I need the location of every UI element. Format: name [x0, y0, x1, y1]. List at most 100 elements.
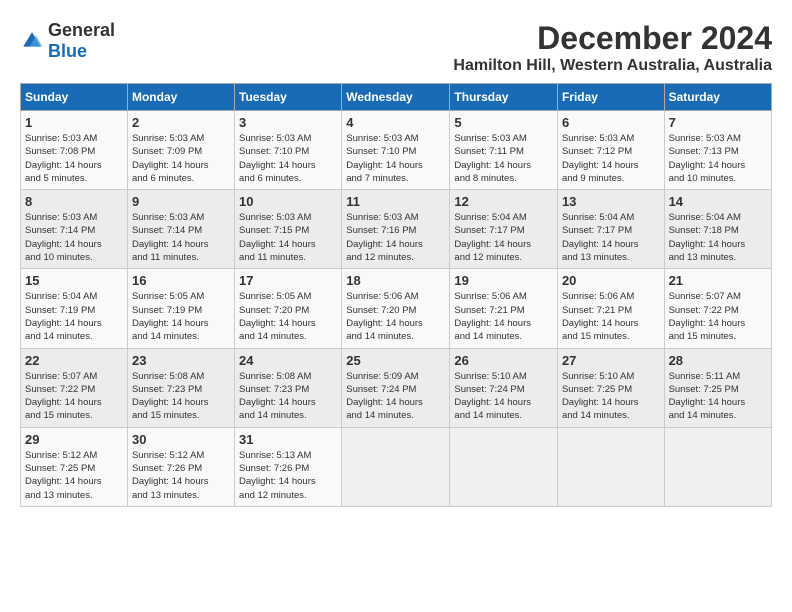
logo-icon: [20, 29, 44, 53]
week-row-2: 8 Sunrise: 5:03 AMSunset: 7:14 PMDaylight…: [21, 190, 772, 269]
table-row: 28 Sunrise: 5:11 AMSunset: 7:25 PMDayligh…: [664, 348, 771, 427]
table-row: 14Sunrise: 5:04 AMSunset: 7:18 PMDayligh…: [664, 190, 771, 269]
table-row: 13 Sunrise: 5:04 AMSunset: 7:17 PMDayligh…: [557, 190, 664, 269]
day-info: Sunrise: 5:05 AMSunset: 7:19 PMDaylight:…: [132, 290, 230, 343]
table-row: [342, 427, 450, 506]
day-number: 27: [562, 353, 660, 368]
day-info: Sunrise: 5:12 AMSunset: 7:26 PMDaylight:…: [132, 449, 230, 502]
table-row: 3 Sunrise: 5:03 AMSunset: 7:10 PMDaylight…: [235, 111, 342, 190]
day-number: 7: [669, 115, 767, 130]
day-number: 28: [669, 353, 767, 368]
day-number: 4: [346, 115, 445, 130]
day-number: 17: [239, 273, 337, 288]
header-thursday: Thursday: [450, 84, 558, 111]
table-row: 19Sunrise: 5:06 AMSunset: 7:21 PMDayligh…: [450, 269, 558, 348]
table-row: 1 Sunrise: 5:03 AMSunset: 7:08 PMDaylight…: [21, 111, 128, 190]
day-number: 11: [346, 194, 445, 209]
day-info: Sunrise: 5:07 AMSunset: 7:22 PMDaylight:…: [669, 290, 767, 343]
day-info: Sunrise: 5:03 AMSunset: 7:14 PMDaylight:…: [132, 211, 230, 264]
table-row: [450, 427, 558, 506]
header-tuesday: Tuesday: [235, 84, 342, 111]
table-row: 4 Sunrise: 5:03 AMSunset: 7:10 PMDaylight…: [342, 111, 450, 190]
day-info: Sunrise: 5:07 AMSunset: 7:22 PMDaylight:…: [25, 370, 123, 423]
logo-text: General Blue: [48, 20, 115, 62]
day-info: Sunrise: 5:08 AMSunset: 7:23 PMDaylight:…: [239, 370, 337, 423]
table-row: 8 Sunrise: 5:03 AMSunset: 7:14 PMDaylight…: [21, 190, 128, 269]
day-number: 18: [346, 273, 445, 288]
logo-blue: Blue: [48, 41, 87, 61]
header-saturday: Saturday: [664, 84, 771, 111]
day-info: Sunrise: 5:12 AMSunset: 7:25 PMDaylight:…: [25, 449, 123, 502]
table-row: 29 Sunrise: 5:12 AMSunset: 7:25 PMDayligh…: [21, 427, 128, 506]
header-friday: Friday: [557, 84, 664, 111]
table-row: 15 Sunrise: 5:04 AMSunset: 7:19 PMDayligh…: [21, 269, 128, 348]
table-row: 7 Sunrise: 5:03 AMSunset: 7:13 PMDaylight…: [664, 111, 771, 190]
day-number: 12: [454, 194, 553, 209]
day-number: 16: [132, 273, 230, 288]
day-info: Sunrise: 5:06 AMSunset: 7:20 PMDaylight:…: [346, 290, 445, 343]
logo-general: General: [48, 20, 115, 40]
table-row: 9Sunrise: 5:03 AMSunset: 7:14 PMDaylight…: [127, 190, 234, 269]
table-row: 16 Sunrise: 5:05 AMSunset: 7:19 PMDayligh…: [127, 269, 234, 348]
day-number: 25: [346, 353, 445, 368]
day-info: Sunrise: 5:03 AMSunset: 7:15 PMDaylight:…: [239, 211, 337, 264]
day-number: 29: [25, 432, 123, 447]
table-row: 20 Sunrise: 5:06 AMSunset: 7:21 PMDayligh…: [557, 269, 664, 348]
day-info: Sunrise: 5:03 AMSunset: 7:16 PMDaylight:…: [346, 211, 445, 264]
day-info: Sunrise: 5:10 AMSunset: 7:25 PMDaylight:…: [562, 370, 660, 423]
day-number: 15: [25, 273, 123, 288]
day-number: 5: [454, 115, 553, 130]
table-row: 17 Sunrise: 5:05 AMSunset: 7:20 PMDayligh…: [235, 269, 342, 348]
table-row: 25Sunrise: 5:09 AMSunset: 7:24 PMDayligh…: [342, 348, 450, 427]
table-row: 23Sunrise: 5:08 AMSunset: 7:23 PMDayligh…: [127, 348, 234, 427]
day-number: 1: [25, 115, 123, 130]
day-info: Sunrise: 5:03 AMSunset: 7:08 PMDaylight:…: [25, 132, 123, 185]
day-number: 14: [669, 194, 767, 209]
week-row-1: 1 Sunrise: 5:03 AMSunset: 7:08 PMDaylight…: [21, 111, 772, 190]
week-row-5: 29 Sunrise: 5:12 AMSunset: 7:25 PMDayligh…: [21, 427, 772, 506]
day-info: Sunrise: 5:13 AMSunset: 7:26 PMDaylight:…: [239, 449, 337, 502]
table-row: [664, 427, 771, 506]
table-row: [557, 427, 664, 506]
week-row-3: 15 Sunrise: 5:04 AMSunset: 7:19 PMDayligh…: [21, 269, 772, 348]
day-number: 21: [669, 273, 767, 288]
day-info: Sunrise: 5:03 AMSunset: 7:10 PMDaylight:…: [346, 132, 445, 185]
day-number: 6: [562, 115, 660, 130]
day-info: Sunrise: 5:03 AMSunset: 7:09 PMDaylight:…: [132, 132, 230, 185]
day-info: Sunrise: 5:10 AMSunset: 7:24 PMDaylight:…: [454, 370, 553, 423]
table-row: 31 Sunrise: 5:13 AMSunset: 7:26 PMDayligh…: [235, 427, 342, 506]
header-wednesday: Wednesday: [342, 84, 450, 111]
day-number: 31: [239, 432, 337, 447]
day-number: 22: [25, 353, 123, 368]
table-row: 2Sunrise: 5:03 AMSunset: 7:09 PMDaylight…: [127, 111, 234, 190]
day-info: Sunrise: 5:03 AMSunset: 7:13 PMDaylight:…: [669, 132, 767, 185]
calendar-header-row: Sunday Monday Tuesday Wednesday Thursday…: [21, 84, 772, 111]
day-number: 3: [239, 115, 337, 130]
day-info: Sunrise: 5:05 AMSunset: 7:20 PMDaylight:…: [239, 290, 337, 343]
table-row: 21 Sunrise: 5:07 AMSunset: 7:22 PMDayligh…: [664, 269, 771, 348]
table-row: 26 Sunrise: 5:10 AMSunset: 7:24 PMDayligh…: [450, 348, 558, 427]
day-info: Sunrise: 5:04 AMSunset: 7:19 PMDaylight:…: [25, 290, 123, 343]
table-row: 30Sunrise: 5:12 AMSunset: 7:26 PMDayligh…: [127, 427, 234, 506]
table-row: 22 Sunrise: 5:07 AMSunset: 7:22 PMDayligh…: [21, 348, 128, 427]
day-info: Sunrise: 5:03 AMSunset: 7:11 PMDaylight:…: [454, 132, 553, 185]
day-info: Sunrise: 5:11 AMSunset: 7:25 PMDaylight:…: [669, 370, 767, 423]
day-info: Sunrise: 5:06 AMSunset: 7:21 PMDaylight:…: [562, 290, 660, 343]
header-sunday: Sunday: [21, 84, 128, 111]
table-row: 5 Sunrise: 5:03 AMSunset: 7:11 PMDaylight…: [450, 111, 558, 190]
day-number: 8: [25, 194, 123, 209]
day-number: 20: [562, 273, 660, 288]
day-info: Sunrise: 5:04 AMSunset: 7:17 PMDaylight:…: [562, 211, 660, 264]
table-row: 11 Sunrise: 5:03 AMSunset: 7:16 PMDayligh…: [342, 190, 450, 269]
main-title: December 2024: [453, 20, 772, 57]
day-number: 23: [132, 353, 230, 368]
day-info: Sunrise: 5:03 AMSunset: 7:10 PMDaylight:…: [239, 132, 337, 185]
table-row: 12Sunrise: 5:04 AMSunset: 7:17 PMDayligh…: [450, 190, 558, 269]
day-number: 13: [562, 194, 660, 209]
day-number: 26: [454, 353, 553, 368]
subtitle: Hamilton Hill, Western Australia, Austra…: [453, 57, 772, 75]
table-row: 27 Sunrise: 5:10 AMSunset: 7:25 PMDayligh…: [557, 348, 664, 427]
day-info: Sunrise: 5:03 AMSunset: 7:14 PMDaylight:…: [25, 211, 123, 264]
table-row: 24Sunrise: 5:08 AMSunset: 7:23 PMDayligh…: [235, 348, 342, 427]
table-row: 10Sunrise: 5:03 AMSunset: 7:15 PMDayligh…: [235, 190, 342, 269]
